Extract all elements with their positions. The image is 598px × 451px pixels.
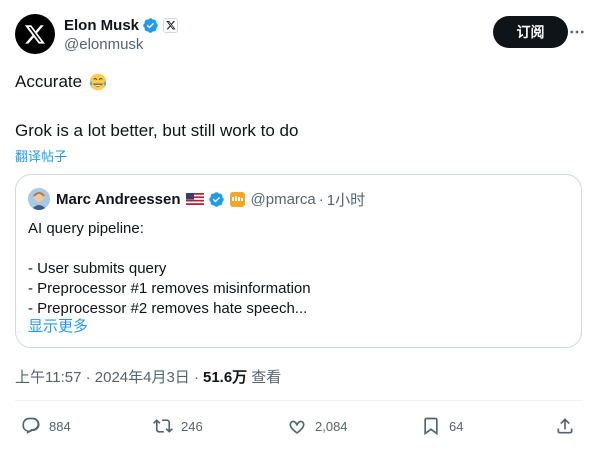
more-options-icon[interactable] <box>565 20 589 44</box>
x-logo-icon <box>24 25 45 44</box>
tweet-text-line2: Grok is a lot better, but still work to … <box>15 121 299 140</box>
quoted-tweet-card[interactable]: Marc Andreessen @pmarca · 1小时 AI query p… <box>15 174 582 348</box>
quoted-author-handle[interactable]: @pmarca <box>251 191 316 208</box>
tweet-timestamp[interactable]: 上午11:57 · 2024年4月3日 · <box>15 366 199 387</box>
bookmark-count: 64 <box>449 418 464 434</box>
show-more-link[interactable]: 显示更多 <box>28 315 88 336</box>
tears-of-joy-emoji-icon <box>89 73 107 91</box>
repost-icon <box>153 419 173 433</box>
tweet-meta: 上午11:57 · 2024年4月3日 · 51.6万 查看 <box>15 366 281 387</box>
bookmark-button[interactable]: 64 <box>421 412 463 440</box>
quoted-author-name[interactable]: Marc Andreessen <box>56 191 181 208</box>
quoted-verified-badge-icon[interactable] <box>208 191 225 208</box>
share-button[interactable] <box>555 412 575 440</box>
reply-button[interactable]: 884 <box>21 412 71 440</box>
reply-count: 884 <box>49 418 71 434</box>
author-name[interactable]: Elon Musk <box>64 17 139 34</box>
bookmark-icon <box>424 417 438 436</box>
avatar[interactable] <box>15 14 55 54</box>
quoted-line: - User submits query <box>28 260 167 277</box>
divider <box>15 400 583 401</box>
author-handle[interactable]: @elonmusk <box>64 36 143 53</box>
heart-icon <box>289 420 305 434</box>
us-flag-icon <box>185 193 204 205</box>
reply-icon <box>22 417 40 434</box>
verified-badge-icon[interactable] <box>142 17 159 34</box>
tweet-header: Elon Musk @elonmusk 订阅 <box>15 12 584 56</box>
subscribe-button[interactable]: 订阅 <box>493 16 568 48</box>
views-count: 51.6万 <box>202 369 248 386</box>
quoted-tweet-header: Marc Andreessen @pmarca · 1小时 <box>28 187 365 211</box>
repost-button[interactable]: 246 <box>153 412 203 440</box>
like-count: 2,084 <box>315 418 348 434</box>
separator-dot: · <box>318 190 324 208</box>
quoted-line: - Preprocessor #1 removes misinformation <box>28 280 311 297</box>
translate-post-link[interactable]: 翻译帖子 <box>15 146 67 165</box>
quoted-tweet-body: AI query pipeline: - User submits query … <box>28 219 311 319</box>
like-button[interactable]: 2,084 <box>287 412 348 440</box>
name-row: Elon Musk <box>64 16 179 34</box>
tweet-text-line1: Accurate <box>15 71 108 93</box>
tweet-text-accurate: Accurate <box>15 72 83 91</box>
quoted-timestamp[interactable]: 1小时 <box>327 189 365 210</box>
a16z-affiliation-icon[interactable] <box>229 191 245 207</box>
quoted-line <box>28 239 311 259</box>
quoted-line: AI query pipeline: <box>28 220 144 237</box>
views-label: 查看 <box>251 369 282 386</box>
repost-count: 246 <box>181 418 203 434</box>
quoted-avatar[interactable] <box>28 188 50 210</box>
x-affiliation-icon[interactable] <box>163 17 179 33</box>
action-bar: 884 246 2,084 64 <box>15 412 583 440</box>
share-icon <box>557 418 573 434</box>
